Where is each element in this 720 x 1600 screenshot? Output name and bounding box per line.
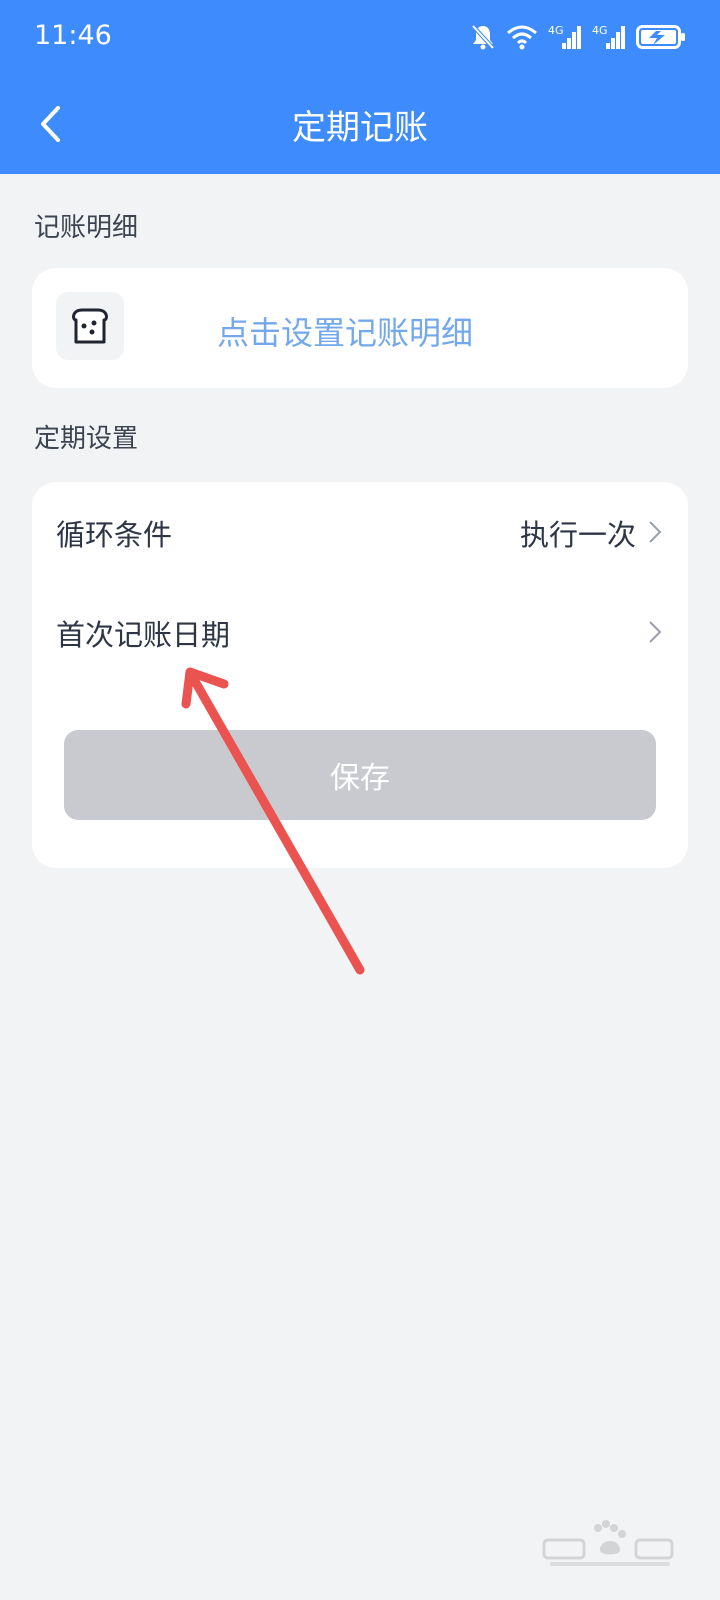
cycle-condition-value: 执行一次 [519, 518, 636, 552]
cycle-condition-row[interactable]: 循环条件 执行一次 [32, 482, 688, 582]
status-icons: 4G 4G [470, 22, 686, 52]
schedule-card: 循环条件 执行一次 首次记账日期 保存 [32, 482, 688, 868]
status-time: 11:46 [34, 20, 112, 51]
detail-section-label: 记账明细 [34, 213, 139, 243]
first-date-label: 首次记账日期 [56, 618, 231, 652]
detail-card[interactable]: 点击设置记账明细 [32, 268, 688, 388]
baidu-jingyan-logo [542, 1520, 674, 1566]
signal-label: 4G [548, 24, 564, 37]
chevron-right-icon [649, 621, 662, 643]
set-detail-link[interactable]: 点击设置记账明细 [217, 308, 473, 354]
bell-muted-icon [471, 24, 495, 50]
bread-icon [72, 308, 108, 344]
page-title: 定期记账 [292, 108, 428, 148]
app-header: 11:46 4G 4G 定期记账 [0, 0, 720, 174]
cycle-condition-label: 循环条件 [56, 518, 173, 552]
battery-charging-icon [636, 25, 685, 49]
bread-icon-box [56, 292, 124, 360]
first-date-row[interactable]: 首次记账日期 [32, 582, 688, 682]
chevron-right-icon [649, 521, 662, 543]
signal-4g-icon: 4G [548, 24, 581, 49]
wifi-icon [507, 25, 537, 50]
schedule-section-label: 定期设置 [34, 424, 139, 454]
signal-4g-icon: 4G [592, 24, 625, 49]
save-button[interactable]: 保存 [64, 730, 656, 820]
signal-label: 4G [592, 24, 608, 37]
